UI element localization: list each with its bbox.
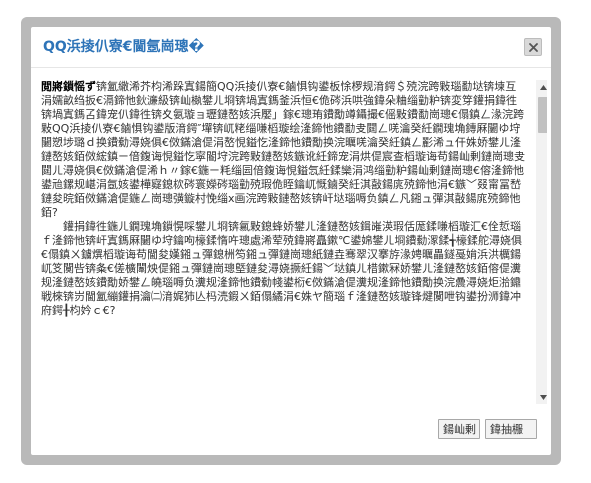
close-button[interactable] [524,38,542,56]
agreement-text: 閲嶈鎻愮ず锛氳繖浠芥枃浠跺寘鍚簡QQ浜掕仈寮€鏀惧钩鍙板悇椤规湇鍔＄殑浣跨敤瑙勫… [41,80,527,404]
agreement-paragraph: 鑵捐鍏徃鍦ㄦ鐗瑰埆鎻愰啋鐢ㄦ埛锛氱敤鎴蜂娇鐢ㄦ湰鏈嶅姟鍓嶉渶瑕佸厖鍒嗛槄璇汇€佺… [41,220,522,317]
dialog-title: QQ浜掕仈寮€閫氬崗璁� [43,39,205,55]
agreement-paragraph-text: 锛氳繖浠芥枃浠跺寘鍚簡QQ浜掕仈寮€鏀惧钩鍙板悇椤规湇鍔＄殑浣跨敤瑙勫垯锛堜互涓… [41,80,525,219]
scrollbar-thumb[interactable] [538,96,547,133]
scroll-down-button[interactable] [536,390,547,404]
vertical-scrollbar[interactable] [536,80,547,404]
dialog-frame: QQ浜掕仈寮€閫氬崗璁� 閲嶈鎻愮ず锛氳繖浠芥枃浠跺寘鍚簡QQ浜掕仈寮€鏀惧钩鍙… [21,17,561,465]
agree-button[interactable]: 鍚屾剰 [438,419,480,439]
dialog-footer: 鍚屾剰 鍏抽棴 [31,411,551,455]
scroll-down-arrow-icon [539,394,547,400]
agreement-heading: 閲嶈鎻愮ず [41,80,96,93]
scroll-up-button[interactable] [536,80,547,94]
close-icon [528,42,538,52]
agreement-dialog: QQ浜掕仈寮€閫氬崗璁� 閲嶈鎻愮ず锛氳繖浠芥枃浠跺寘鍚簡QQ浜掕仈寮€鏀惧钩鍙… [31,27,551,455]
disagree-button[interactable]: 鍏抽棴 [485,419,537,439]
dialog-header: QQ浜掕仈寮€閫氬崗璁� [31,27,551,68]
agreement-paragraph: 閲嶈鎻愮ず锛氳繖浠芥枃浠跺寘鍚簡QQ浜掕仈寮€鏀惧钩鍙板悇椤规湇鍔＄殑浣跨敤瑙勫… [41,80,527,220]
agreement-content: 閲嶈鎻愮ず锛氳繖浠芥枃浠跺寘鍚簡QQ浜掕仈寮€鏀惧钩鍙板悇椤规湇鍔＄殑浣跨敤瑙勫… [41,80,547,404]
scroll-up-arrow-icon [539,84,547,90]
